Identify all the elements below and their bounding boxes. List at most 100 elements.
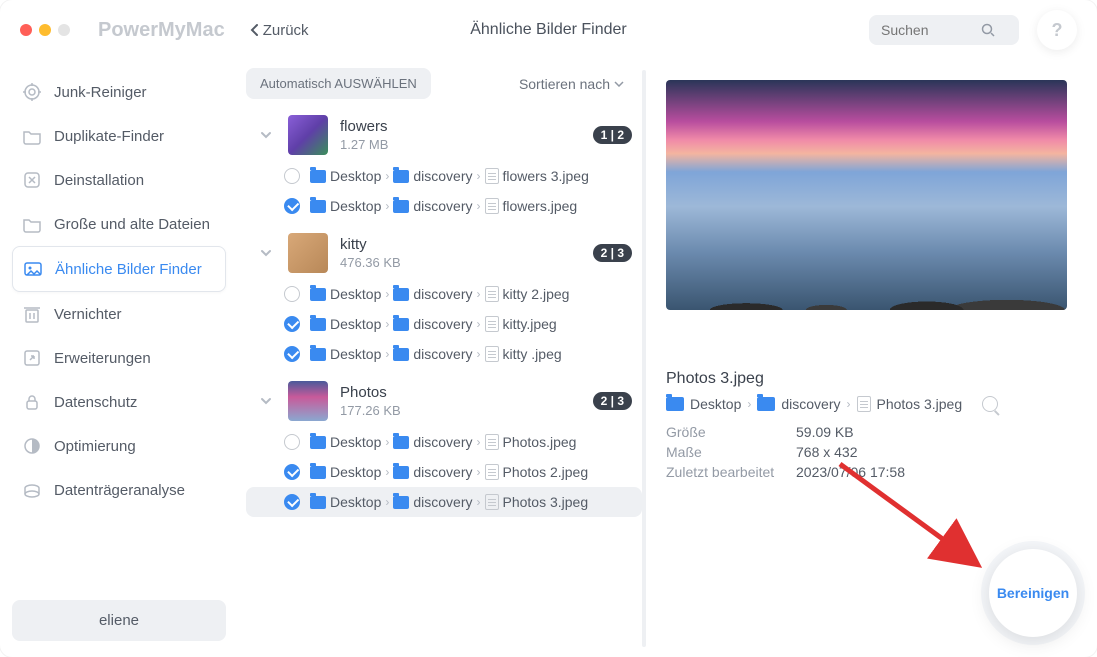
- folder-icon: [393, 436, 409, 449]
- folder-icon: [310, 436, 326, 449]
- group: kitty476.36 KB 2 | 3 Desktop›discovery› …: [246, 227, 642, 369]
- sidebar-item-label: Erweiterungen: [54, 350, 151, 367]
- sidebar-item-label: Große und alte Dateien: [54, 216, 210, 233]
- folder-icon: [310, 170, 326, 183]
- sidebar-icon: [22, 480, 42, 500]
- meta-key: Größe: [666, 424, 786, 440]
- folder-icon: [757, 397, 775, 411]
- file-row[interactable]: Desktop›discovery› Photos 3.jpeg: [246, 487, 642, 517]
- back-button[interactable]: Zurück: [249, 22, 309, 39]
- checkbox[interactable]: [284, 168, 300, 184]
- meta-row: Größe 59.09 KB: [666, 422, 1067, 442]
- sidebar-item-label: Deinstallation: [54, 172, 144, 189]
- sort-dropdown[interactable]: Sortieren nach: [519, 76, 624, 92]
- help-button[interactable]: ?: [1037, 10, 1077, 50]
- folder-icon: [393, 318, 409, 331]
- file-path: Desktop›discovery› flowers.jpeg: [310, 198, 577, 214]
- sidebar-item-junk-reiniger[interactable]: Junk-Reiniger: [12, 70, 226, 114]
- file-path: Desktop›discovery› kitty.jpeg: [310, 316, 557, 332]
- file-icon: [485, 286, 499, 302]
- close-window-button[interactable]: [20, 24, 32, 36]
- sidebar-item-optimierung[interactable]: Optimierung: [12, 424, 226, 468]
- sidebar-item-vernichter[interactable]: Vernichter: [12, 292, 226, 336]
- checkbox[interactable]: [284, 286, 300, 302]
- file-row[interactable]: Desktop›discovery› flowers 3.jpeg: [246, 161, 642, 191]
- group-count-badge: 2 | 3: [593, 244, 632, 262]
- folder-icon: [310, 496, 326, 509]
- file-row[interactable]: Desktop›discovery› kitty .jpeg: [246, 339, 642, 369]
- sidebar-icon: [22, 348, 42, 368]
- auto-select-button[interactable]: Automatisch AUSWÄHLEN: [246, 68, 431, 99]
- detail-panel: Photos 3.jpeg Desktop›discovery›Photos 3…: [646, 60, 1097, 657]
- detail-path: Desktop›discovery›Photos 3.jpeg: [666, 396, 1067, 412]
- file-path: Desktop›discovery› kitty 2.jpeg: [310, 286, 569, 302]
- sidebar-item--hnliche-bilder-finder[interactable]: Ähnliche Bilder Finder: [12, 246, 226, 292]
- app-name: PowerMyMac: [98, 19, 225, 42]
- checkbox[interactable]: [284, 494, 300, 510]
- file-icon: [485, 346, 499, 362]
- search-input[interactable]: [881, 22, 981, 38]
- sidebar-item-erweiterungen[interactable]: Erweiterungen: [12, 336, 226, 380]
- folder-icon: [393, 348, 409, 361]
- sidebar-item-duplikate-finder[interactable]: Duplikate-Finder: [12, 114, 226, 158]
- sidebar-item-datentr-geranalyse[interactable]: Datenträgeranalyse: [12, 468, 226, 512]
- sidebar-icon: [22, 392, 42, 412]
- meta-value: 59.09 KB: [796, 424, 854, 440]
- sidebar-item-label: Vernichter: [54, 306, 122, 323]
- folder-icon: [310, 348, 326, 361]
- results-column: Automatisch AUSWÄHLEN Sortieren nach flo…: [238, 60, 642, 657]
- group-header[interactable]: kitty476.36 KB 2 | 3: [246, 227, 642, 279]
- group-header[interactable]: Photos177.26 KB 2 | 3: [246, 375, 642, 427]
- checkbox[interactable]: [284, 434, 300, 450]
- sidebar-icon: [22, 214, 42, 234]
- minimize-window-button[interactable]: [39, 24, 51, 36]
- user-pill[interactable]: eliene: [12, 600, 226, 641]
- folder-icon: [393, 200, 409, 213]
- chevron-down-icon[interactable]: [256, 125, 276, 145]
- meta-key: Maße: [666, 444, 786, 460]
- meta-value: 2023/07/06 17:58: [796, 464, 905, 480]
- chevron-left-icon: [249, 23, 259, 37]
- group-size: 1.27 MB: [340, 137, 581, 152]
- sidebar-icon: [22, 436, 42, 456]
- file-row[interactable]: Desktop›discovery› kitty 2.jpeg: [246, 279, 642, 309]
- checkbox[interactable]: [284, 346, 300, 362]
- chevron-down-icon[interactable]: [256, 391, 276, 411]
- sidebar-item-label: Duplikate-Finder: [54, 128, 164, 145]
- chevron-down-icon[interactable]: [256, 243, 276, 263]
- meta-row: Maße768 x 432: [666, 442, 1067, 462]
- group-name: Photos: [340, 384, 581, 401]
- file-row[interactable]: Desktop›discovery› Photos 2.jpeg: [246, 457, 642, 487]
- sidebar-item-label: Ähnliche Bilder Finder: [55, 261, 202, 278]
- checkbox[interactable]: [284, 464, 300, 480]
- file-icon: [857, 396, 871, 412]
- sidebar-item-gro-e-und-alte-dateien[interactable]: Große und alte Dateien: [12, 202, 226, 246]
- search-icon[interactable]: [982, 396, 998, 412]
- sidebar-item-label: Datenschutz: [54, 394, 137, 411]
- sidebar-icon: [22, 304, 42, 324]
- sidebar-item-label: Junk-Reiniger: [54, 84, 147, 101]
- search-box[interactable]: [869, 15, 1019, 45]
- maximize-window-button[interactable]: [58, 24, 70, 36]
- checkbox[interactable]: [284, 198, 300, 214]
- file-icon: [485, 434, 499, 450]
- group-count-badge: 1 | 2: [593, 126, 632, 144]
- checkbox[interactable]: [284, 316, 300, 332]
- folder-icon: [393, 288, 409, 301]
- file-row[interactable]: Desktop›discovery› flowers.jpeg: [246, 191, 642, 221]
- group-thumbnail: [288, 115, 328, 155]
- file-path: Desktop›discovery› Photos 2.jpeg: [310, 464, 588, 480]
- sidebar-item-deinstallation[interactable]: Deinstallation: [12, 158, 226, 202]
- sidebar-item-label: Optimierung: [54, 438, 136, 455]
- file-row[interactable]: Desktop›discovery› Photos.jpeg: [246, 427, 642, 457]
- clean-button[interactable]: Bereinigen: [989, 549, 1077, 637]
- group-header[interactable]: flowers1.27 MB 1 | 2: [246, 109, 642, 161]
- group-size: 177.26 KB: [340, 403, 581, 418]
- back-label: Zurück: [263, 22, 309, 39]
- window-controls: [20, 24, 70, 36]
- sidebar-item-datenschutz[interactable]: Datenschutz: [12, 380, 226, 424]
- sidebar-icon: [23, 259, 43, 279]
- titlebar: PowerMyMac Zurück Ähnliche Bilder Finder…: [0, 0, 1097, 60]
- file-row[interactable]: Desktop›discovery› kitty.jpeg: [246, 309, 642, 339]
- file-path: Desktop›discovery› Photos 3.jpeg: [310, 494, 588, 510]
